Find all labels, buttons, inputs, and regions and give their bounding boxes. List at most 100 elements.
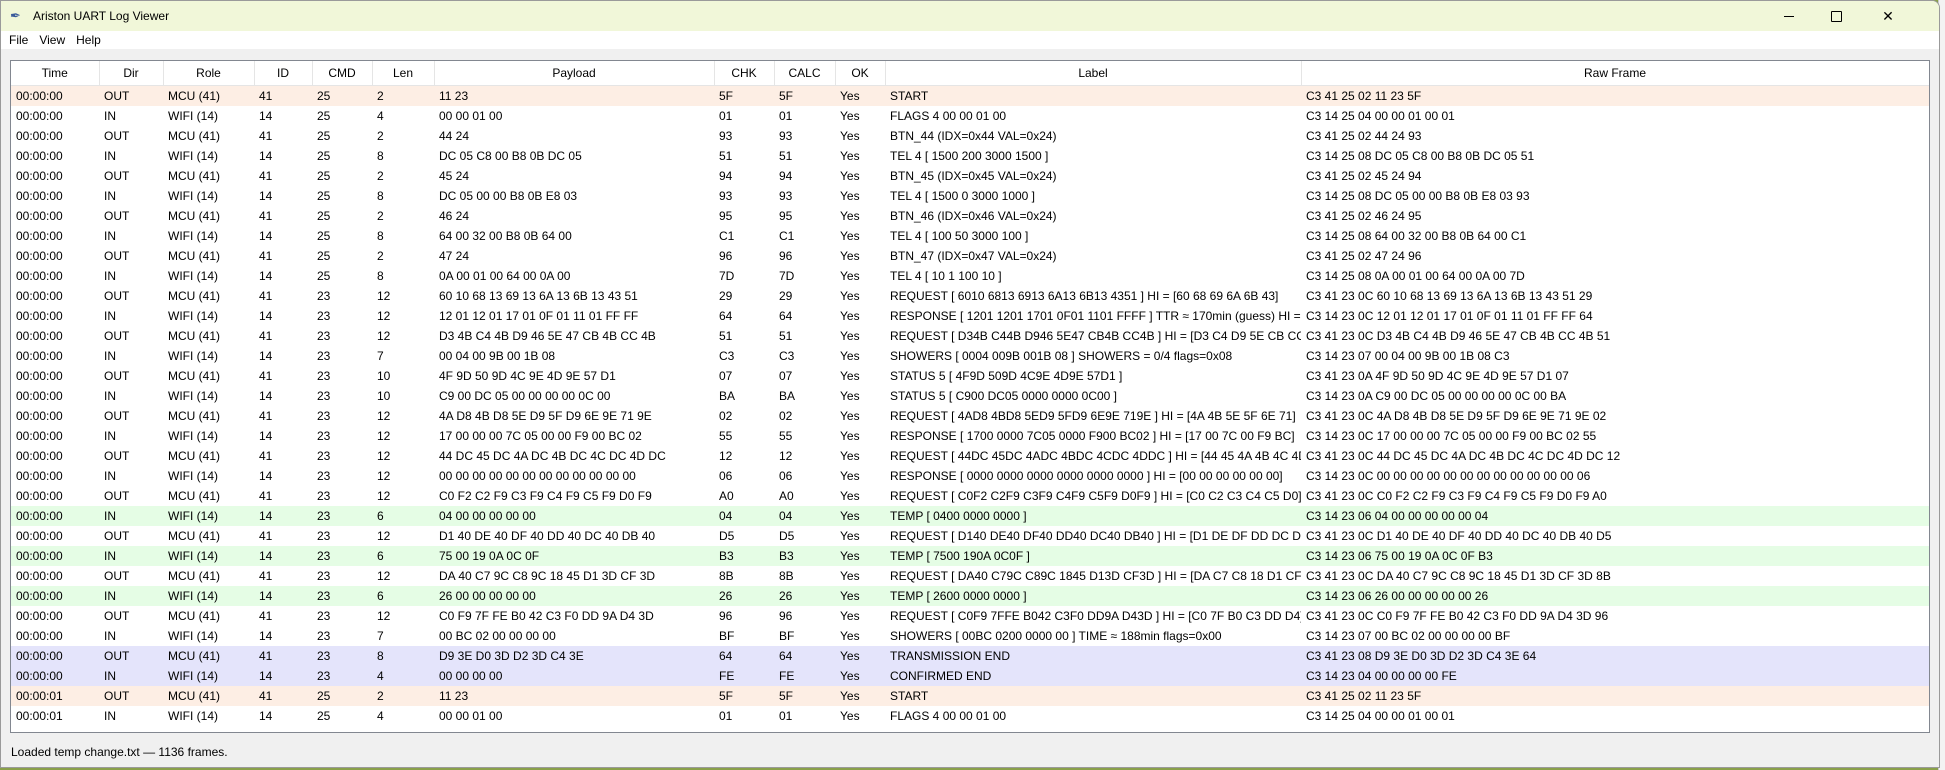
column-header-payload[interactable]: Payload — [434, 61, 715, 86]
cell-cmd: 25 — [317, 709, 331, 723]
cell-payload: 44 24 — [439, 129, 470, 143]
status-bar: Loaded temp change.txt — 1136 frames. — [11, 745, 228, 759]
cell-raw: C3 14 25 08 DC 05 C8 00 B8 0B DC 05 51 — [1306, 149, 1535, 163]
minimize-button[interactable] — [1766, 1, 1812, 31]
cell-ok: Yes — [840, 209, 860, 223]
cell-ok: Yes — [840, 229, 860, 243]
cell-len: 4 — [377, 109, 384, 123]
cell-time: 00:00:00 — [11, 546, 99, 566]
cell-label: START — [885, 85, 1301, 106]
cell-calc: 51 — [779, 149, 793, 163]
cell-ok: Yes — [840, 149, 860, 163]
cell-dir: IN — [99, 666, 163, 686]
cell-time: 00:00:00 — [16, 429, 63, 443]
maximize-button[interactable] — [1813, 1, 1859, 31]
table-row[interactable]: 00:00:00 OUT MCU (41) 41 25 2 44 24 93 93 Yes BTN_… — [11, 126, 1929, 146]
table-row[interactable]: 00:00:00 IN WIFI (14) 14 23 12 12 01 12 01 17 … — [11, 306, 1929, 326]
cell-id: 14 — [259, 149, 273, 163]
table-row[interactable]: 00:00:00 IN WIFI (14) 14 25 8 0A 00 01 00 64 0… — [11, 266, 1929, 286]
table-row[interactable]: 00:00:00 OUT MCU (41) 41 23 12 60 10 68 13 69 … — [11, 286, 1929, 306]
cell-label: RESPONSE [ 1700 0000 7C05 0000 F900 BC02… — [890, 429, 1295, 443]
cell-ok: Yes — [835, 546, 885, 566]
cell-cmd: 25 — [317, 169, 331, 183]
table-row[interactable]: 00:00:01 IN WIFI (14) 14 25 4 00 00 01 00 01 01 Y… — [11, 706, 1929, 726]
column-header-len[interactable]: Len — [372, 61, 435, 86]
cell-cmd: 23 — [317, 529, 331, 543]
table-row[interactable]: 00:00:00 OUT MCU (41) 41 23 12 D3 4B C4 4B D9 … — [11, 326, 1929, 346]
table-row[interactable]: 00:00:00 OUT MCU (41) 41 23 8 D9 3E D0 3D D2 3… — [11, 646, 1929, 666]
cell-dir: OUT — [104, 289, 130, 303]
cell-raw: C3 41 25 02 44 24 93 — [1306, 129, 1422, 143]
cell-payload: 12 01 12 01 17 01 0F 01 11 01 FF FF — [439, 309, 639, 323]
cell-dir: OUT — [104, 209, 130, 223]
table-row[interactable]: 00:00:00 IN WIFI (14) 14 25 8 64 00 32 00 B8 0… — [11, 226, 1929, 246]
column-header-chk[interactable]: CHK — [714, 61, 775, 86]
table-row[interactable]: 00:00:00 OUT MCU (41) 41 23 12 DA 40 C7 9C C8 … — [11, 566, 1929, 586]
table-row[interactable]: 00:00:00 OUT MCU (41) 41 23 12 D1 40 DE 40 DF … — [11, 526, 1929, 546]
cell-ok: Yes — [840, 349, 860, 363]
cell-label: REQUEST [ C0F2 C2F9 C3F9 C4F9 C5F9 D0F9 … — [890, 489, 1301, 503]
table-row[interactable]: 00:00:00 OUT MCU (41) 41 25 2 46 24 95 95 Yes BTN_… — [11, 206, 1929, 226]
table-row[interactable]: 00:00:00 OUT MCU (41) 41 23 12 4A D8 4B D8 5E … — [11, 406, 1929, 426]
menu-file[interactable]: File — [1, 31, 34, 49]
table-row[interactable]: 00:00:00 IN WIFI (14) 14 25 8 DC 05 00 00 B8 0… — [11, 186, 1929, 206]
cell-payload: 47 24 — [439, 249, 470, 263]
cell-ok: Yes — [840, 449, 860, 463]
cell-len: 8 — [377, 189, 384, 203]
cell-calc: 95 — [779, 209, 793, 223]
column-header-label[interactable]: Label — [885, 61, 1302, 86]
cell-role: MCU (41) — [163, 646, 254, 666]
table-row[interactable]: 00:00:00 IN WIFI (14) 14 23 7 00 BC 02 00 00 0… — [11, 626, 1929, 646]
column-header-raw[interactable]: Raw Frame — [1301, 61, 1929, 86]
column-header-ok[interactable]: OK — [835, 61, 886, 86]
cell-role: MCU (41) — [168, 209, 221, 223]
cell-cmd: 25 — [317, 269, 331, 283]
table-row[interactable]: 00:00:00 IN WIFI (14) 14 23 6 04 00 00 00 00 0… — [11, 506, 1929, 526]
cell-cmd: 25 — [312, 686, 372, 706]
table-row[interactable]: 00:00:00 OUT MCU (41) 41 23 12 44 DC 45 DC 4A … — [11, 446, 1929, 466]
table-row[interactable]: 00:00:00 OUT MCU (41) 41 23 12 C0 F9 7F FE B0 … — [11, 606, 1929, 626]
cell-ok: Yes — [840, 489, 860, 503]
cell-dir: IN — [104, 629, 116, 643]
table-row[interactable]: 00:00:00 IN WIFI (14) 14 23 6 75 00 19 0A 0C 0… — [11, 546, 1929, 566]
table-row[interactable]: 00:00:00 OUT MCU (41) 41 25 2 45 24 94 94 Yes BTN_… — [11, 166, 1929, 186]
table-row[interactable]: 00:00:00 IN WIFI (14) 14 23 12 17 00 00 00 7C … — [11, 426, 1929, 446]
cell-cmd: 23 — [317, 629, 331, 643]
column-header-role[interactable]: Role — [163, 61, 255, 86]
column-header-cmd[interactable]: CMD — [312, 61, 373, 86]
cell-ok: Yes — [835, 686, 885, 706]
cell-payload: 11 23 — [434, 686, 714, 706]
table-row[interactable]: 00:00:00 OUT MCU (41) 41 23 10 4F 9D 50 9D 4C … — [11, 366, 1929, 386]
cell-time: 00:00:00 — [11, 85, 99, 106]
cell-payload: 00 00 01 00 — [439, 109, 503, 123]
cell-chk: 51 — [719, 329, 733, 343]
table-row[interactable]: 00:00:00 IN WIFI (14) 14 23 6 26 00 00 00 00 0… — [11, 586, 1929, 606]
table-row[interactable]: 00:00:00 IN WIFI (14) 14 23 4 00 00 00 00 FE FE Y… — [11, 666, 1929, 686]
title-bar[interactable]: ✒ Ariston UART Log Viewer ✕ — [1, 1, 1939, 31]
menu-view[interactable]: View — [34, 31, 71, 49]
cell-id: 14 — [259, 309, 273, 323]
table-row[interactable]: 00:00:00 OUT MCU (41) 41 25 2 47 24 96 96 Yes BTN_… — [11, 246, 1929, 266]
menu-help[interactable]: Help — [71, 31, 107, 49]
table-row[interactable]: 00:00:00 IN WIFI (14) 14 23 12 00 00 00 00 00 … — [11, 466, 1929, 486]
cell-len: 6 — [372, 506, 434, 526]
cell-label: BTN_47 (IDX=0x47 VAL=0x24) — [890, 249, 1057, 263]
cell-raw: C3 14 25 04 00 00 01 00 01 — [1306, 709, 1455, 723]
table-row[interactable]: 00:00:00 OUT MCU (41) 41 23 12 C0 F2 C2 F9 C3 … — [11, 486, 1929, 506]
column-header-id[interactable]: ID — [254, 61, 313, 86]
table-row[interactable]: 00:00:00 IN WIFI (14) 14 23 10 C9 00 DC 05 00 … — [11, 386, 1929, 406]
table-row[interactable]: 00:00:00 IN WIFI (14) 14 23 7 00 04 00 9B 00 1… — [11, 346, 1929, 366]
table-row[interactable]: 00:00:00 IN WIFI (14) 14 25 8 DC 05 C8 00 B8 0… — [11, 146, 1929, 166]
frames-table[interactable]: Time Dir Role ID CMD Len Payload CHK CALC OK Label… — [10, 60, 1930, 733]
close-button[interactable]: ✕ — [1865, 1, 1911, 31]
cell-role: WIFI (14) — [168, 309, 218, 323]
table-row[interactable]: 00:00:01 OUT MCU (41) 41 25 2 11 23 5F 5F Yes STAR… — [11, 686, 1929, 706]
column-header-calc[interactable]: CALC — [774, 61, 836, 86]
table-row[interactable]: 00:00:00 IN WIFI (14) 14 25 4 00 00 01 00 01 01 Y… — [11, 106, 1929, 126]
column-header-time[interactable]: Time — [11, 61, 100, 86]
cell-chk: 06 — [719, 469, 733, 483]
table-row[interactable]: 00:00:00 OUT MCU (41) 41 25 2 11 23 5F 5F Yes STAR… — [11, 85, 1929, 106]
cell-ok: Yes — [840, 269, 860, 283]
cell-cmd: 25 — [317, 209, 331, 223]
column-header-dir[interactable]: Dir — [99, 61, 164, 86]
